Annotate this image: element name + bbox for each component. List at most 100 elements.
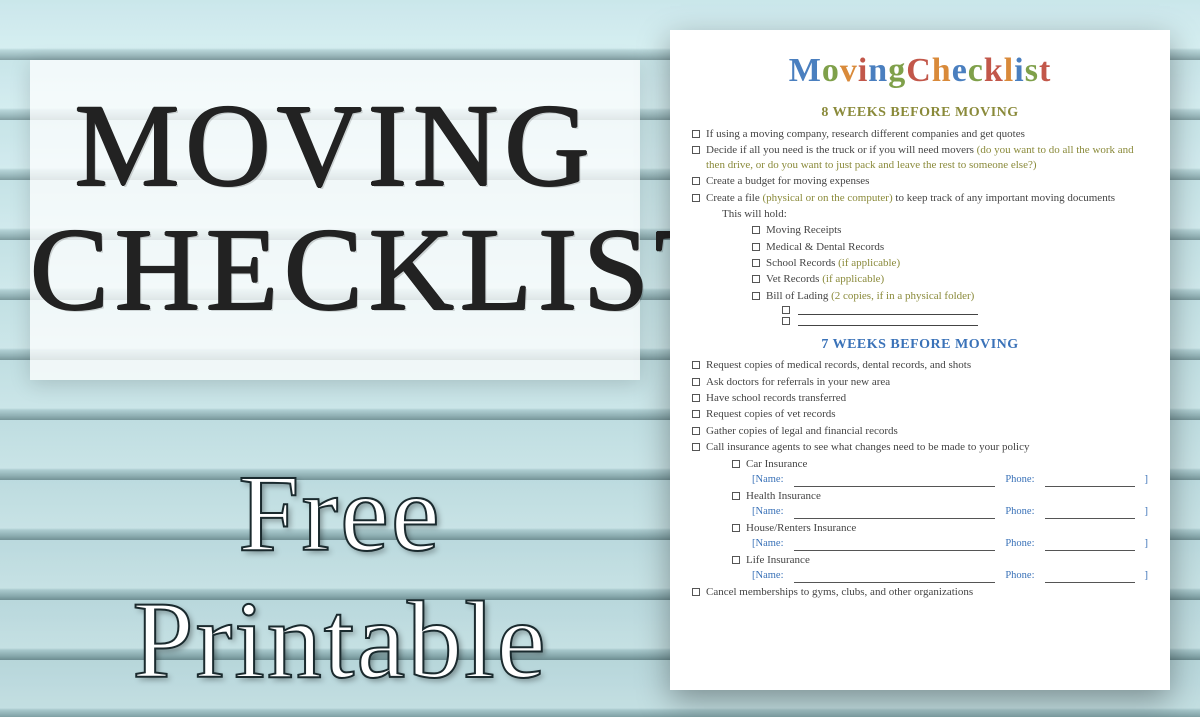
checkbox-icon[interactable] xyxy=(732,524,740,532)
insurance-subitem: Health Insurance xyxy=(732,489,1148,504)
item-text: Create a budget for moving expenses xyxy=(706,174,1148,189)
checklist-item: Decide if all you need is the truck or i… xyxy=(692,143,1148,173)
section-heading-7weeks: 7 WEEKS BEFORE MOVING xyxy=(692,336,1148,355)
checklist-item: Request copies of vet records xyxy=(692,407,1148,422)
field-phone-label: Phone: xyxy=(1005,505,1034,519)
item-list-7weeks: Request copies of medical records, denta… xyxy=(692,358,1148,599)
item-main: Decide if all you need is the truck or i… xyxy=(706,144,974,156)
checkbox-icon[interactable] xyxy=(752,226,760,234)
checklist-subitem: School Records (if applicable) xyxy=(752,256,1148,271)
checkbox-icon[interactable] xyxy=(752,275,760,283)
checklist-subitem: Bill of Lading (2 copies, if in a physic… xyxy=(752,289,1148,304)
checkbox-icon[interactable] xyxy=(732,460,740,468)
blank-write-in xyxy=(782,306,1148,315)
field-close: ] xyxy=(1145,505,1149,519)
hero-title-panel: MOVING CHECKLIST xyxy=(30,60,640,380)
checklist-item: Create a file (physical or on the comput… xyxy=(692,191,1148,206)
field-name-label: [Name: xyxy=(752,569,784,583)
item-after: to keep track of any important moving do… xyxy=(895,192,1115,204)
name-input-line[interactable] xyxy=(794,477,996,487)
checkbox-icon[interactable] xyxy=(732,556,740,564)
subitem-note: (2 copies, if in a physical folder) xyxy=(831,290,974,302)
checklist-subitem: Vet Records (if applicable) xyxy=(752,272,1148,287)
checkbox-icon[interactable] xyxy=(692,146,700,154)
name-input-line[interactable] xyxy=(794,541,996,551)
subitem-text: Medical & Dental Records xyxy=(766,240,1148,255)
checkbox-icon[interactable] xyxy=(692,378,700,386)
item-text: Gather copies of legal and financial rec… xyxy=(706,424,1148,439)
item-text: Create a file (physical or on the comput… xyxy=(706,191,1148,206)
hero-title-line1: MOVING xyxy=(30,84,640,208)
checkbox-icon[interactable] xyxy=(692,410,700,418)
checkbox-icon[interactable] xyxy=(692,588,700,596)
subitem-note: (if applicable) xyxy=(822,273,884,285)
item-text: Have school records transferred xyxy=(706,391,1148,406)
checkbox-icon[interactable] xyxy=(692,427,700,435)
write-in-line[interactable] xyxy=(798,306,978,315)
subitem-list: Moving Receipts Medical & Dental RecordsS… xyxy=(692,223,1148,303)
field-phone-label: Phone: xyxy=(1005,569,1034,583)
field-close: ] xyxy=(1145,473,1149,487)
insurance-fields: [Name:Phone:] xyxy=(752,473,1148,487)
section-heading-8weeks: 8 WEEKS BEFORE MOVING xyxy=(692,104,1148,123)
phone-input-line[interactable] xyxy=(1045,541,1135,551)
subitem-text: Bill of Lading (2 copies, if in a physic… xyxy=(766,289,1148,304)
checkbox-icon[interactable] xyxy=(752,243,760,251)
checklist-item: If using a moving company, research diff… xyxy=(692,127,1148,142)
checklist-subitem: Moving Receipts xyxy=(752,223,1148,238)
insurance-fields: [Name: Phone:] xyxy=(752,505,1148,519)
insurance-subitem: House/Renters Insurance xyxy=(732,521,1148,536)
item-note: (physical or on the computer) xyxy=(763,192,893,204)
name-input-line[interactable] xyxy=(794,573,996,583)
insurance-name: Health Insurance xyxy=(746,489,1148,504)
checklist-item: Request copies of medical records, denta… xyxy=(692,358,1148,373)
checklist-item: Cancel memberships to gyms, clubs, and o… xyxy=(692,585,1148,600)
checkbox-icon[interactable] xyxy=(692,194,700,202)
checklist-item: Create a budget for moving expenses xyxy=(692,174,1148,189)
checkbox-icon[interactable] xyxy=(782,317,790,325)
checkbox-icon[interactable] xyxy=(782,306,790,314)
checkbox-icon[interactable] xyxy=(692,361,700,369)
insurance-name: Life Insurance xyxy=(746,553,1148,568)
checklist-item: Gather copies of legal and financial rec… xyxy=(692,424,1148,439)
checklist-item: Ask doctors for referrals in your new ar… xyxy=(692,375,1148,390)
subitem-text: Vet Records (if applicable) xyxy=(766,272,1148,287)
item-text: If using a moving company, research diff… xyxy=(706,127,1148,142)
name-input-line[interactable] xyxy=(794,509,996,519)
field-name-label: [Name: xyxy=(752,505,784,519)
field-name-label: [Name: xyxy=(752,537,784,551)
phone-input-line[interactable] xyxy=(1045,477,1135,487)
insurance-fields: [Name: Phone:] xyxy=(752,537,1148,551)
subitem-note: (if applicable) xyxy=(838,257,900,269)
hero-subtitle-text: Free Printable xyxy=(132,452,547,701)
subitem-text: School Records (if applicable) xyxy=(766,256,1148,271)
item-text: Cancel memberships to gyms, clubs, and o… xyxy=(706,585,1148,600)
checkbox-icon[interactable] xyxy=(752,292,760,300)
hero-title-line2: CHECKLIST xyxy=(30,208,640,332)
insurance-name: Car Insurance xyxy=(746,457,1148,472)
checkbox-icon[interactable] xyxy=(692,177,700,185)
checkbox-icon[interactable] xyxy=(732,492,740,500)
item-text: Decide if all you need is the truck or i… xyxy=(706,143,1148,173)
blank-lines xyxy=(692,306,1148,326)
hero-title: MOVING CHECKLIST xyxy=(30,60,640,332)
item-text: Request copies of vet records xyxy=(706,407,1148,422)
field-phone-label: Phone: xyxy=(1005,537,1034,551)
field-close: ] xyxy=(1145,537,1149,551)
checkbox-icon[interactable] xyxy=(692,443,700,451)
insurance-subitem: Life Insurance xyxy=(732,553,1148,568)
phone-input-line[interactable] xyxy=(1045,573,1135,583)
item-text: Call insurance agents to see what change… xyxy=(706,440,1148,455)
write-in-line[interactable] xyxy=(798,317,978,326)
phone-input-line[interactable] xyxy=(1045,509,1135,519)
checkbox-icon[interactable] xyxy=(692,394,700,402)
subitem-text: Moving Receipts xyxy=(766,223,1148,238)
item-text: Ask doctors for referrals in your new ar… xyxy=(706,375,1148,390)
hero-subtitle: Free Printable xyxy=(40,450,640,704)
blank-write-in xyxy=(782,317,1148,326)
checkbox-icon[interactable] xyxy=(752,259,760,267)
checklist-sheet: Moving Checklist 8 WEEKS BEFORE MOVING I… xyxy=(670,30,1170,690)
checkbox-icon[interactable] xyxy=(692,130,700,138)
insurance-fields: [Name:Phone:] xyxy=(752,569,1148,583)
field-name-label: [Name: xyxy=(752,473,784,487)
